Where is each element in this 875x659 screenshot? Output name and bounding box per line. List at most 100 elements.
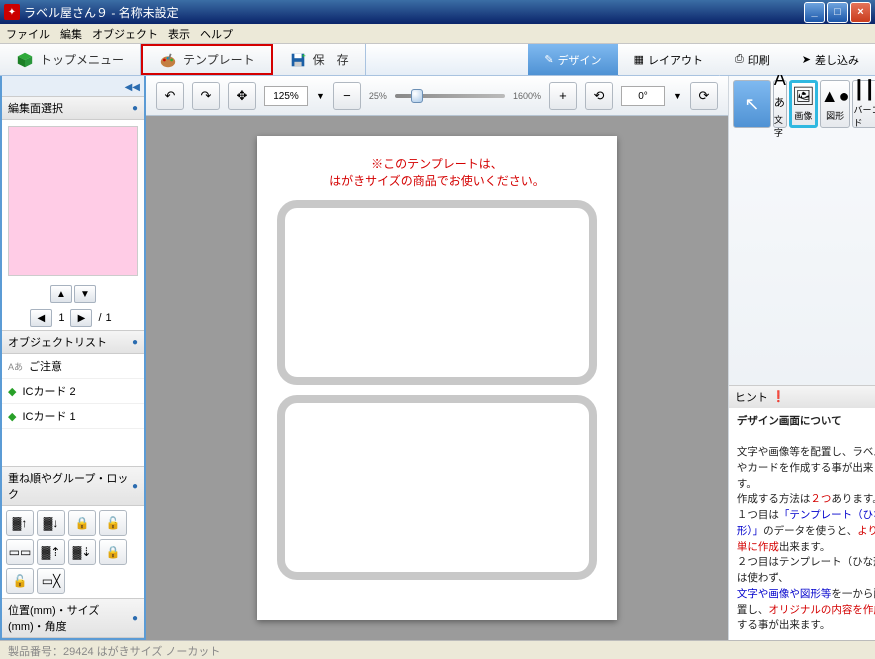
tab-design-label: デザイン bbox=[558, 52, 602, 68]
tab-layout[interactable]: ▦ レイアウト bbox=[618, 44, 719, 75]
shape-object-icon: ◆ bbox=[8, 410, 16, 423]
obj-ic2-label: ICカード 2 bbox=[22, 383, 75, 399]
position-header: 位置(mm)・サイズ(mm)・角度 ● bbox=[2, 598, 144, 638]
nav-up-button[interactable]: ▲ bbox=[50, 285, 72, 303]
printer-icon: ⎙ bbox=[735, 53, 744, 66]
save-button[interactable]: + 保 存 bbox=[273, 44, 366, 75]
unlock-all-button[interactable]: 🔓 bbox=[6, 568, 34, 594]
canvas-toolbar: ↶ ↷ ✥ 125% ▼ − 25% 1600% + ⟲ 0° ▼ ⟳ bbox=[146, 76, 728, 116]
menu-file[interactable]: ファイル bbox=[6, 26, 50, 42]
lock-button[interactable]: 🔒 bbox=[68, 510, 96, 536]
tab-merge[interactable]: ➤ 差し込み bbox=[786, 44, 875, 75]
image-tool-button[interactable]: 🖼 画像 bbox=[789, 80, 818, 128]
window-title: ラベル屋さん９ - 名称未設定 bbox=[24, 4, 179, 21]
tool-panel: ↖ Aあ 文字 🖼 画像 ▲● 図形 ┃┃┃┃ バーコード ヒント bbox=[728, 76, 875, 640]
palette-icon bbox=[159, 51, 177, 69]
hint-line: 文字や画像等を配置し、ラベルやカードを作成する事が出来ます。 bbox=[737, 446, 875, 490]
tab-merge-label: 差し込み bbox=[815, 52, 859, 68]
edit-surface-label: 編集面選択 bbox=[8, 100, 63, 116]
hint-line: のデータを使うと、 bbox=[763, 525, 857, 537]
save-icon: + bbox=[289, 51, 307, 69]
barcode-tool-label: バーコード bbox=[853, 103, 875, 129]
image-tool-label: 画像 bbox=[794, 109, 812, 122]
shape-tool-button[interactable]: ▲● 図形 bbox=[820, 80, 851, 128]
menu-object[interactable]: オブジェクト bbox=[92, 26, 158, 42]
zoom-slider[interactable] bbox=[395, 94, 505, 98]
text-tool-button[interactable]: Aあ 文字 bbox=[773, 80, 787, 128]
text-icon: Aあ bbox=[774, 69, 786, 111]
menu-help[interactable]: ヘルプ bbox=[200, 26, 233, 42]
template-button[interactable]: テンプレート bbox=[141, 44, 273, 75]
window-titlebar: ✦ ラベル屋さん９ - 名称未設定 _ □ × bbox=[0, 0, 875, 24]
main-toolbar: トップメニュー テンプレート + 保 存 ✎ デザイン ▦ レイアウト ⎙ 印刷… bbox=[0, 44, 875, 76]
shape-tool-label: 図形 bbox=[826, 109, 844, 122]
app-icon: ✦ bbox=[4, 4, 20, 20]
tab-print[interactable]: ⎙ 印刷 bbox=[719, 44, 786, 75]
hint-line: あります。 bbox=[831, 493, 875, 505]
nav-last-button[interactable]: ▶ bbox=[70, 309, 92, 327]
hint-emph: オリジナルの内容を作成 bbox=[768, 604, 875, 616]
zoom-field[interactable]: 125% bbox=[264, 86, 308, 106]
collapse-icon[interactable]: ● bbox=[132, 481, 138, 492]
close-button[interactable]: × bbox=[850, 2, 871, 23]
save-label: 保 存 bbox=[313, 51, 349, 68]
fit-button[interactable]: ✥ bbox=[228, 82, 256, 110]
pen-icon: ✎ bbox=[544, 53, 553, 66]
minimize-button[interactable]: _ bbox=[804, 2, 825, 23]
template-warning-line1: ※このテンプレートは、 bbox=[371, 157, 503, 171]
page-thumbnail[interactable] bbox=[8, 126, 138, 276]
rotate-left-button[interactable]: ⟲ bbox=[585, 82, 613, 110]
lock-all-button[interactable]: 🔒 bbox=[99, 539, 127, 565]
bring-front-button[interactable]: ▓⇡ bbox=[37, 539, 65, 565]
slider-min-label: 25% bbox=[369, 91, 387, 101]
rotate-right-button[interactable]: ⟳ bbox=[690, 82, 718, 110]
hint-line: １つ目は bbox=[737, 509, 779, 521]
card-slot-1[interactable] bbox=[277, 200, 597, 385]
collapse-icon[interactable]: ● bbox=[132, 337, 138, 348]
barcode-icon: ┃┃┃┃ bbox=[853, 80, 875, 101]
cube-icon bbox=[16, 51, 34, 69]
chevron-down-icon[interactable]: ▼ bbox=[673, 91, 682, 101]
obj-warn-label: ご注意 bbox=[29, 358, 62, 374]
tab-print-label: 印刷 bbox=[748, 52, 770, 68]
menu-edit[interactable]: 編集 bbox=[60, 26, 82, 42]
merge-icon: ➤ bbox=[802, 53, 811, 66]
undo-button[interactable]: ↶ bbox=[156, 82, 184, 110]
group-button[interactable]: ▭▭ bbox=[6, 539, 34, 565]
unlock-button[interactable]: 🔓 bbox=[99, 510, 127, 536]
image-icon: 🖼 bbox=[792, 86, 815, 107]
hint-emph: ２つ bbox=[810, 493, 831, 505]
zoom-in-button[interactable]: + bbox=[549, 82, 577, 110]
info-icon: ❗ bbox=[772, 390, 786, 403]
rotate-field[interactable]: 0° bbox=[621, 86, 665, 106]
chevron-down-icon[interactable]: ▼ bbox=[316, 91, 325, 101]
topmenu-button[interactable]: トップメニュー bbox=[0, 44, 141, 75]
bring-forward-button[interactable]: ▓↑ bbox=[6, 510, 34, 536]
slider-max-label: 1600% bbox=[513, 91, 541, 101]
card-slot-2[interactable] bbox=[277, 395, 597, 580]
send-backward-button[interactable]: ▓↓ bbox=[37, 510, 65, 536]
design-page[interactable]: ※このテンプレートは、 はがきサイズの商品でお使いください。 bbox=[257, 136, 617, 620]
maximize-button[interactable]: □ bbox=[827, 2, 848, 23]
ungroup-button[interactable]: ▭╳ bbox=[37, 568, 65, 594]
barcode-tool-button[interactable]: ┃┃┃┃ バーコード bbox=[852, 80, 875, 128]
menu-view[interactable]: 表示 bbox=[168, 26, 190, 42]
sidebar-collapse-icon[interactable]: ◀◀ bbox=[125, 82, 140, 93]
sidebar: ◀◀ 編集面選択 ● ▲ ▼ ◀ 1 ▶ / 1 オブジェクトリスト ● Aあ … bbox=[0, 76, 146, 640]
hint-line: する事が出来ます。 bbox=[737, 619, 830, 631]
collapse-icon[interactable]: ● bbox=[132, 103, 138, 114]
object-item-ic2[interactable]: ◆ ICカード 2 bbox=[2, 379, 144, 404]
nav-down-button[interactable]: ▼ bbox=[74, 285, 96, 303]
object-item-ic1[interactable]: ◆ ICカード 1 bbox=[2, 404, 144, 429]
collapse-icon[interactable]: ● bbox=[132, 613, 138, 624]
text-object-icon: Aあ bbox=[8, 360, 23, 373]
redo-button[interactable]: ↷ bbox=[192, 82, 220, 110]
zoom-out-button[interactable]: − bbox=[333, 82, 361, 110]
send-back-button[interactable]: ▓⇣ bbox=[68, 539, 96, 565]
nav-first-button[interactable]: ◀ bbox=[30, 309, 52, 327]
object-item-warn[interactable]: Aあ ご注意 bbox=[2, 354, 144, 379]
tab-design[interactable]: ✎ デザイン bbox=[528, 44, 617, 75]
page-total: 1 bbox=[106, 312, 112, 324]
template-label: テンプレート bbox=[183, 51, 255, 68]
select-tool-button[interactable]: ↖ bbox=[733, 80, 771, 128]
